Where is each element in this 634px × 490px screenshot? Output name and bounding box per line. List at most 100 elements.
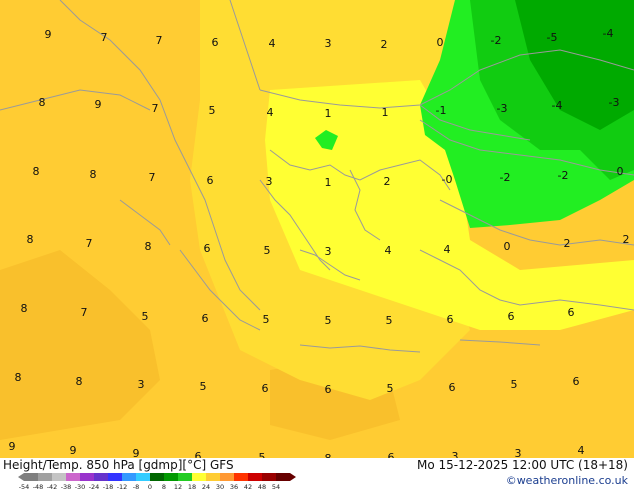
temperature-label: 9 xyxy=(95,98,102,111)
temperature-label: 5 xyxy=(387,382,394,395)
temperature-label: 5 xyxy=(209,104,216,117)
color-scale-tick-label: 12 xyxy=(174,483,182,490)
color-scale-tick-label: -42 xyxy=(47,483,58,490)
color-scale-tick-label: 18 xyxy=(188,483,196,490)
color-scale-swatch xyxy=(24,473,38,481)
color-scale-swatch xyxy=(248,473,262,481)
temperature-label: -3 xyxy=(497,102,508,115)
color-scale-ticks: -54 -48 -42 -38 -30 -24 -18 -12 -8 0 8 12 18 24 30 36 42… xyxy=(19,483,280,490)
color-scale-swatch xyxy=(122,473,136,481)
temperature-label: 5 xyxy=(264,244,271,257)
temperature-label: 8 xyxy=(21,302,28,315)
temperature-label: 2 xyxy=(381,38,388,51)
color-scale-swatch xyxy=(234,473,248,481)
temperature-label: 3 xyxy=(138,378,145,391)
temperature-label: 4 xyxy=(578,444,585,457)
temperature-label: -1 xyxy=(436,104,447,117)
temperature-label: 9 xyxy=(70,444,77,457)
temperature-label: -2 xyxy=(491,34,502,47)
temperature-label: 1 xyxy=(382,106,389,119)
temperature-label: 0 xyxy=(437,36,444,49)
temperature-label: -2 xyxy=(558,169,569,182)
temperature-label: 3 xyxy=(452,450,459,458)
temperature-label: 8 xyxy=(15,371,22,384)
temperature-label: -0 xyxy=(442,173,453,186)
temperature-label: -2 xyxy=(500,171,511,184)
temperature-label: 7 xyxy=(156,34,163,47)
temperature-label: 3 xyxy=(515,447,522,458)
temperature-label: 6 xyxy=(212,36,219,49)
temperature-label: 0 xyxy=(504,240,511,253)
temperature-label: 4 xyxy=(269,37,276,50)
temperature-label: 1 xyxy=(325,107,332,120)
color-scale-swatch xyxy=(52,473,66,481)
temperature-label: 6 xyxy=(195,450,202,458)
temperature-label: 7 xyxy=(101,31,108,44)
color-scale-tick-label: 42 xyxy=(244,483,252,490)
temperature-label: 6 xyxy=(204,242,211,255)
temperature-label: -3 xyxy=(609,96,620,109)
color-scale-swatch xyxy=(164,473,178,481)
color-scale-swatch xyxy=(276,473,290,481)
temperature-map: 9 7 7 6 4 3 2 0 -2 -5 -4 8 9 7 5 4 1 1 -1 -3 -4 -3 8 8 7 6 3 1 2 -0 -2… xyxy=(0,0,634,458)
color-scale-tick-label: -8 xyxy=(133,483,139,490)
temperature-label: 8 xyxy=(33,165,40,178)
temperature-label: 5 xyxy=(325,314,332,327)
temperature-label: 7 xyxy=(81,306,88,319)
color-scale-tick-label: 48 xyxy=(258,483,266,490)
temperature-label: 5 xyxy=(200,380,207,393)
color-scale-swatch xyxy=(108,473,122,481)
temperature-label: 5 xyxy=(386,314,393,327)
color-scale-tick-label: 30 xyxy=(216,483,224,490)
color-scale-tick-label: 0 xyxy=(148,483,152,490)
color-scale-swatch xyxy=(192,473,206,481)
temperature-label: 6 xyxy=(568,306,575,319)
color-scale-swatch xyxy=(94,473,108,481)
color-scale-swatch xyxy=(80,473,94,481)
color-scale-legend: -54 -48 -42 -38 -30 -24 -18 -12 -8 0 8 12 18 24 30 36 42… xyxy=(18,473,296,490)
color-scale-swatch xyxy=(206,473,220,481)
temperature-label: 5 xyxy=(259,451,266,458)
temperature-label: 6 xyxy=(388,451,395,458)
temperature-label: 9 xyxy=(133,447,140,458)
temperature-label: -4 xyxy=(552,99,563,112)
color-scale-tick-label: 24 xyxy=(202,483,210,490)
temperature-label: 6 xyxy=(508,310,515,323)
temperature-label: 5 xyxy=(142,310,149,323)
temperature-label: 9 xyxy=(45,28,52,41)
temperature-label: 4 xyxy=(444,243,451,256)
color-scale-swatch xyxy=(38,473,52,481)
temperature-label: 5 xyxy=(263,313,270,326)
temperature-label: 4 xyxy=(385,244,392,257)
temperature-label: 3 xyxy=(325,245,332,258)
temperature-label: 6 xyxy=(449,381,456,394)
temperature-label: -5 xyxy=(547,31,558,44)
color-scale-tick-label: -24 xyxy=(89,483,100,490)
color-scale-left-arrow xyxy=(18,473,24,481)
temperature-label: 3 xyxy=(266,175,273,188)
color-scale-right-arrow xyxy=(290,473,296,481)
temperature-label: 2 xyxy=(384,175,391,188)
temperature-label: 7 xyxy=(152,102,159,115)
temperature-label: 3 xyxy=(325,37,332,50)
color-scale-swatch xyxy=(220,473,234,481)
temperature-label: 8 xyxy=(39,96,46,109)
color-scale-tick-label: 36 xyxy=(230,483,238,490)
temperature-label: 6 xyxy=(262,382,269,395)
temperature-label: 9 xyxy=(9,440,16,453)
temperature-label: 8 xyxy=(27,233,34,246)
color-scale-swatch xyxy=(178,473,192,481)
color-scale-tick-label: -12 xyxy=(117,483,128,490)
temperature-label: 7 xyxy=(149,171,156,184)
color-scale-tick-label: -54 xyxy=(19,483,30,490)
temperature-label: 1 xyxy=(325,176,332,189)
temperature-label: 6 xyxy=(573,375,580,388)
color-scale-swatch xyxy=(136,473,150,481)
color-scale-swatches xyxy=(18,473,296,481)
map-datetime: Mo 15-12-2025 12:00 UTC (18+18) xyxy=(416,458,628,472)
temperature-label: 8 xyxy=(145,240,152,253)
color-scale-tick-label: -30 xyxy=(75,483,86,490)
map-credit-link[interactable]: ©weatheronline.co.uk xyxy=(506,474,628,487)
temperature-label: 2 xyxy=(623,233,630,246)
temperature-label: 6 xyxy=(202,312,209,325)
